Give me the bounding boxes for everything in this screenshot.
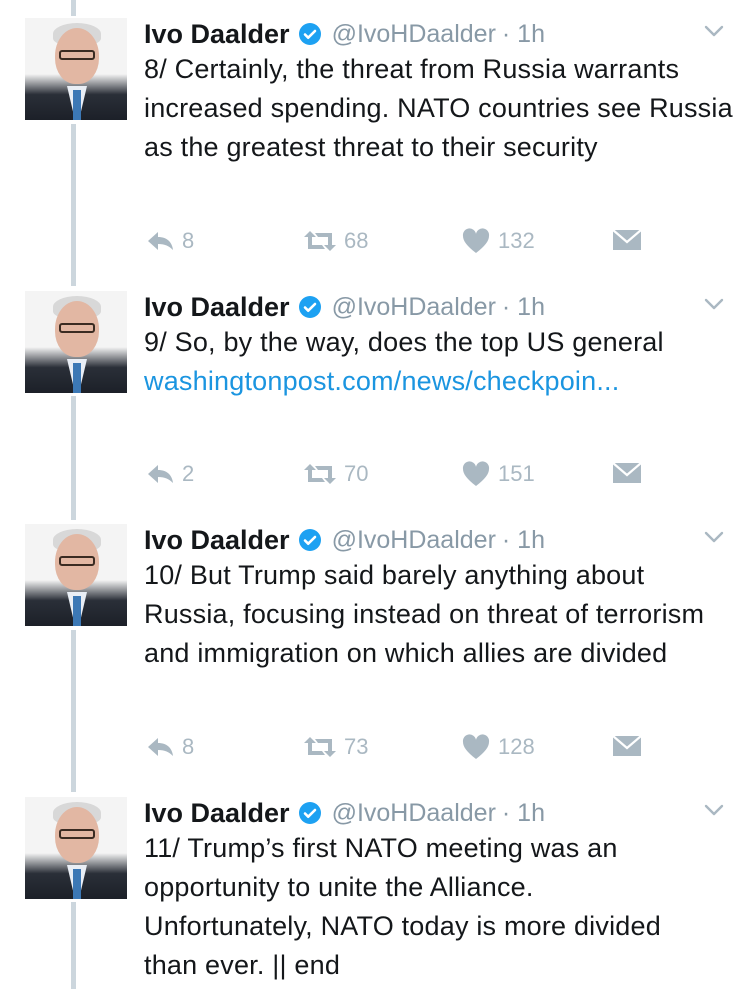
tweet-text: 8/ Certainly, the threat from Russia war… [144, 50, 734, 167]
thread-line [71, 0, 76, 16]
author-name[interactable]: Ivo Daalder [144, 798, 290, 829]
tweet-body: 11/ Trump’s first NATO meeting was an op… [144, 833, 661, 980]
retweet-icon [304, 231, 336, 251]
chevron-down-icon[interactable] [701, 18, 727, 44]
reply-icon [148, 738, 173, 756]
tweet-actions: 2 70 151 [144, 461, 664, 491]
verified-badge-icon [298, 296, 321, 318]
author-handle[interactable]: @IvoHDaalder [332, 293, 496, 322]
retweet-count: 73 [344, 734, 369, 759]
author-handle[interactable]: @IvoHDaalder [332, 526, 496, 555]
verified-badge-icon [298, 23, 321, 45]
author-name[interactable]: Ivo Daalder [144, 292, 290, 323]
tweet[interactable]: Ivo Daalder @IvoHDaalder · 1h 10/ But Tr… [0, 524, 749, 794]
reply-icon [148, 465, 173, 483]
tweet[interactable]: Ivo Daalder @IvoHDaalder · 1h 9/ So, by … [0, 291, 749, 521]
tweet-header: Ivo Daalder @IvoHDaalder · 1h [144, 793, 545, 833]
tweet-link[interactable]: washingtonpost.com/news/checkpoin... [144, 366, 619, 396]
tweet-timestamp[interactable]: · 1h [502, 526, 545, 555]
verified-badge-icon [298, 802, 321, 824]
direct-message-button[interactable] [612, 461, 642, 485]
direct-message-icon [612, 735, 642, 756]
tweet-header: Ivo Daalder @IvoHDaalder · 1h [144, 14, 545, 54]
direct-message-button[interactable] [612, 228, 642, 252]
tweet-timestamp[interactable]: · 1h [502, 293, 545, 322]
tweet-text: 10/ But Trump said barely anything about… [144, 556, 734, 673]
tweet-timestamp[interactable]: · 1h [502, 799, 545, 828]
chevron-down-icon[interactable] [701, 524, 727, 550]
tweet[interactable]: Ivo Daalder @IvoHDaalder · 1h 11/ Trump’… [0, 797, 749, 989]
tweet-header: Ivo Daalder @IvoHDaalder · 1h [144, 287, 545, 327]
verified-badge-icon [298, 529, 321, 551]
retweet-button[interactable]: 70 [302, 461, 368, 487]
tweet-text: 11/ Trump’s first NATO meeting was an op… [144, 829, 704, 985]
direct-message-icon [612, 462, 642, 483]
author-name[interactable]: Ivo Daalder [144, 19, 290, 50]
avatar[interactable] [25, 524, 127, 626]
reply-count: 8 [182, 734, 195, 759]
like-icon [462, 461, 490, 486]
avatar[interactable] [25, 18, 127, 120]
reply-count: 8 [182, 228, 195, 253]
direct-message-icon [612, 229, 642, 250]
retweet-button[interactable]: 73 [302, 734, 368, 760]
tweet-actions: 8 68 132 [144, 228, 664, 258]
tweet-body: 10/ But Trump said barely anything about… [144, 560, 705, 668]
author-handle[interactable]: @IvoHDaalder [332, 20, 496, 49]
tweet-body: 8/ Certainly, the threat from Russia war… [144, 54, 733, 162]
like-count: 151 [498, 461, 535, 486]
avatar[interactable] [25, 291, 127, 393]
tweet-text: 9/ So, by the way, does the top US gener… [144, 323, 664, 401]
retweet-count: 68 [344, 228, 369, 253]
like-button[interactable]: 128 [462, 734, 535, 760]
reply-button[interactable]: 8 [146, 228, 194, 254]
like-button[interactable]: 151 [462, 461, 535, 487]
reply-button[interactable]: 2 [146, 461, 194, 487]
reply-icon [148, 232, 173, 250]
like-icon [462, 228, 490, 253]
tweet-actions: 8 73 128 [144, 734, 664, 764]
tweet-timestamp[interactable]: · 1h [502, 20, 545, 49]
tweet-header: Ivo Daalder @IvoHDaalder · 1h [144, 520, 545, 560]
retweet-icon [304, 464, 336, 484]
direct-message-button[interactable] [612, 734, 642, 758]
author-name[interactable]: Ivo Daalder [144, 525, 290, 556]
reply-count: 2 [182, 461, 195, 486]
tweet-body: 9/ So, by the way, does the top US gener… [144, 327, 664, 357]
chevron-down-icon[interactable] [701, 291, 727, 317]
author-handle[interactable]: @IvoHDaalder [332, 799, 496, 828]
tweet[interactable]: Ivo Daalder @IvoHDaalder · 1h 8/ Certain… [0, 18, 749, 288]
like-icon [462, 734, 490, 759]
like-button[interactable]: 132 [462, 228, 535, 254]
like-count: 132 [498, 228, 535, 253]
avatar[interactable] [25, 797, 127, 899]
reply-button[interactable]: 8 [146, 734, 194, 760]
retweet-button[interactable]: 68 [302, 228, 368, 254]
chevron-down-icon[interactable] [701, 797, 727, 823]
retweet-icon [304, 737, 336, 757]
like-count: 128 [498, 734, 535, 759]
retweet-count: 70 [344, 461, 369, 486]
